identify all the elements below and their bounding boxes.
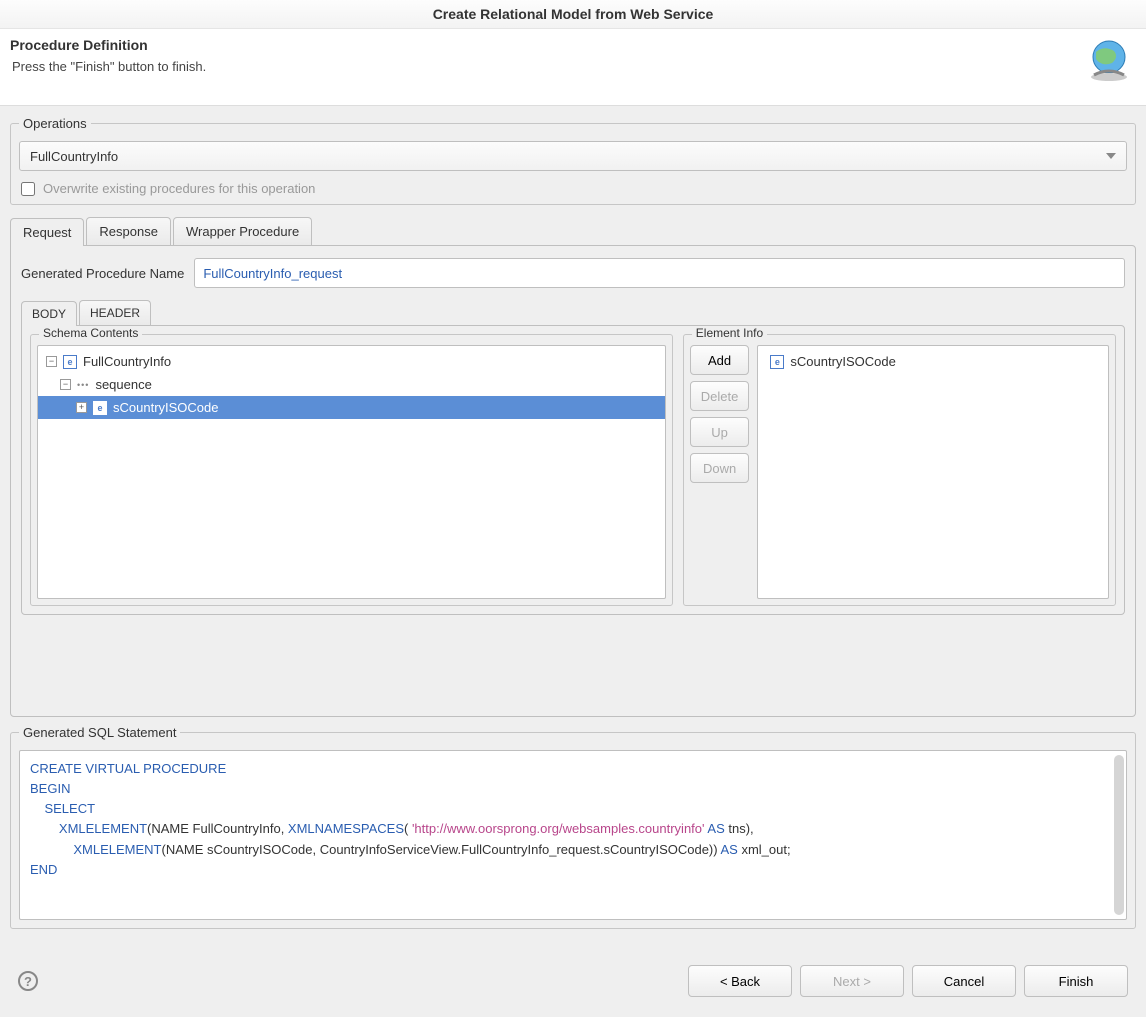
wizard-header: Procedure Definition Press the "Finish" … bbox=[0, 29, 1146, 106]
tree-item-scountryisocode[interactable]: + e sCountryISOCode bbox=[38, 396, 665, 419]
request-panel: Generated Procedure Name BODY HEADER Sch… bbox=[10, 245, 1136, 717]
down-button[interactable]: Down bbox=[690, 453, 750, 483]
subtab-header[interactable]: HEADER bbox=[79, 300, 151, 325]
tree-label: sequence bbox=[95, 377, 151, 392]
window-title: Create Relational Model from Web Service bbox=[0, 0, 1146, 29]
collapse-icon[interactable]: − bbox=[46, 356, 57, 367]
element-list[interactable]: e sCountryISOCode bbox=[757, 345, 1109, 599]
element-icon: e bbox=[93, 401, 107, 415]
page-subtitle: Press the "Finish" button to finish. bbox=[12, 59, 1081, 74]
collapse-icon[interactable]: − bbox=[60, 379, 71, 390]
tree-label: FullCountryInfo bbox=[83, 354, 171, 369]
element-label: sCountryISOCode bbox=[790, 354, 896, 369]
schema-legend: Schema Contents bbox=[39, 326, 142, 340]
main-tabs: Request Response Wrapper Procedure bbox=[10, 217, 1136, 245]
element-icon: e bbox=[63, 355, 77, 369]
sequence-icon: ••• bbox=[77, 380, 89, 390]
sql-group: Generated SQL Statement CREATE VIRTUAL P… bbox=[10, 725, 1136, 929]
expand-icon[interactable]: + bbox=[76, 402, 87, 413]
up-button[interactable]: Up bbox=[690, 417, 750, 447]
tab-request[interactable]: Request bbox=[10, 218, 84, 246]
proc-name-input[interactable] bbox=[194, 258, 1125, 288]
proc-name-label: Generated Procedure Name bbox=[21, 266, 184, 281]
finish-button[interactable]: Finish bbox=[1024, 965, 1128, 997]
tree-item-fullcountryinfo[interactable]: − e FullCountryInfo bbox=[38, 350, 665, 373]
globe-icon bbox=[1081, 37, 1136, 87]
wizard-footer: ? < Back Next > Cancel Finish bbox=[0, 945, 1146, 1017]
tree-item-sequence[interactable]: − ••• sequence bbox=[38, 373, 665, 396]
sub-tabs: BODY HEADER bbox=[21, 300, 1125, 325]
overwrite-checkbox[interactable] bbox=[21, 182, 35, 196]
overwrite-label: Overwrite existing procedures for this o… bbox=[43, 181, 315, 196]
cancel-button[interactable]: Cancel bbox=[912, 965, 1016, 997]
schema-contents-group: Schema Contents − e FullCountryInfo − ••… bbox=[30, 334, 673, 606]
tree-label: sCountryISOCode bbox=[113, 400, 219, 415]
element-icon: e bbox=[770, 355, 784, 369]
sql-textarea[interactable]: CREATE VIRTUAL PROCEDURE BEGIN SELECT XM… bbox=[19, 750, 1127, 920]
add-button[interactable]: Add bbox=[690, 345, 750, 375]
body-panel: Schema Contents − e FullCountryInfo − ••… bbox=[21, 325, 1125, 615]
operations-legend: Operations bbox=[19, 116, 91, 131]
back-button[interactable]: < Back bbox=[688, 965, 792, 997]
tab-wrapper[interactable]: Wrapper Procedure bbox=[173, 217, 312, 245]
element-info-group: Element Info Add Delete Up Down e sCount… bbox=[683, 334, 1116, 606]
help-icon[interactable]: ? bbox=[18, 971, 38, 991]
schema-tree[interactable]: − e FullCountryInfo − ••• sequence + e s… bbox=[37, 345, 666, 599]
subtab-body[interactable]: BODY bbox=[21, 301, 77, 326]
operations-combo[interactable]: FullCountryInfo bbox=[19, 141, 1127, 171]
page-title: Procedure Definition bbox=[10, 37, 1081, 53]
element-item[interactable]: e sCountryISOCode bbox=[758, 350, 1108, 373]
operations-group: Operations FullCountryInfo Overwrite exi… bbox=[10, 116, 1136, 205]
tab-response[interactable]: Response bbox=[86, 217, 171, 245]
delete-button[interactable]: Delete bbox=[690, 381, 750, 411]
next-button[interactable]: Next > bbox=[800, 965, 904, 997]
sql-legend: Generated SQL Statement bbox=[19, 725, 180, 740]
scrollbar[interactable] bbox=[1114, 755, 1124, 915]
operations-selected: FullCountryInfo bbox=[30, 149, 118, 164]
element-info-legend: Element Info bbox=[692, 326, 767, 340]
chevron-down-icon bbox=[1106, 153, 1116, 159]
